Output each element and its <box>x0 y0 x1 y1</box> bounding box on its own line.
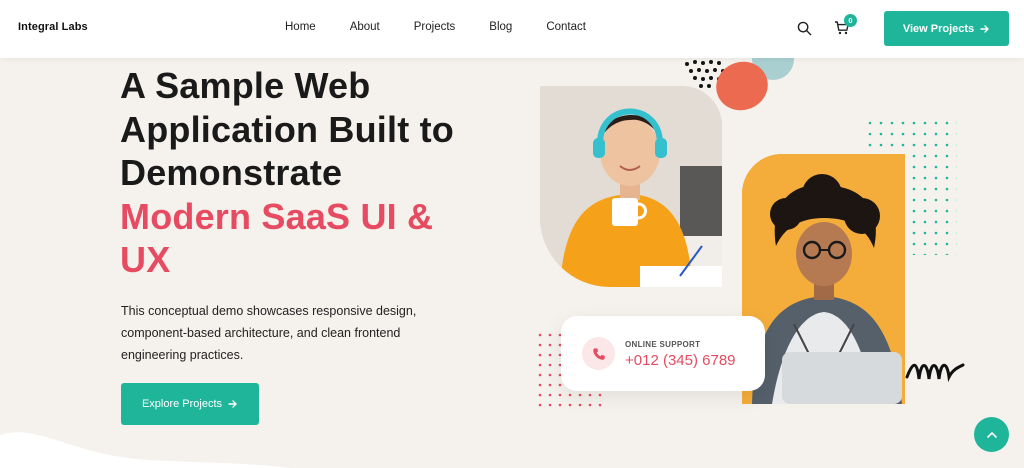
squiggle-decoration <box>905 363 965 383</box>
view-projects-button[interactable]: View Projects <box>884 11 1009 46</box>
woman-illustration <box>540 86 722 287</box>
nav-contact[interactable]: Contact <box>546 21 586 33</box>
headline-line-1: A Sample Web <box>120 65 371 106</box>
search-icon[interactable] <box>797 21 812 36</box>
support-phone-number[interactable]: +012 (345) 6789 <box>625 352 736 369</box>
decorative-wave <box>0 432 292 468</box>
view-projects-label: View Projects <box>902 22 975 35</box>
phone-icon[interactable] <box>582 337 615 370</box>
arrow-right-icon <box>228 400 237 408</box>
photo-woman-headphones <box>540 86 722 287</box>
explore-projects-button[interactable]: Explore Projects <box>121 383 259 425</box>
headline-accent-line-2: UX <box>120 239 171 280</box>
description-line-3: engineering practices. <box>121 348 244 362</box>
support-label: ONLINE SUPPORT <box>625 340 701 349</box>
scroll-to-top-button[interactable] <box>974 417 1009 452</box>
hero-description: This conceptual demo showcases responsiv… <box>121 300 461 366</box>
site-header: Integral Labs Home About Projects Blog C… <box>0 0 1024 58</box>
arrow-right-icon <box>980 24 989 33</box>
description-line-1: This conceptual demo showcases responsiv… <box>121 304 417 318</box>
main-nav: Home About Projects Blog Contact <box>285 21 620 33</box>
cart-count-badge: 0 <box>844 14 857 27</box>
photo-man-glasses <box>742 154 905 404</box>
headline-line-3: Demonstrate <box>120 152 343 193</box>
man-illustration <box>742 154 905 404</box>
headline-line-2: Application Built to <box>120 108 454 150</box>
description-line-2: component-based architecture, and clean … <box>121 326 401 340</box>
headline-accent-line-1: Modern SaaS UI & <box>120 195 434 237</box>
hero-headline: A Sample Web Application Built to Demons… <box>120 64 520 282</box>
online-support-card: ONLINE SUPPORT +012 (345) 6789 <box>561 316 765 391</box>
chevron-up-icon <box>986 431 997 438</box>
nav-projects[interactable]: Projects <box>414 21 456 33</box>
nav-home[interactable]: Home <box>285 21 316 33</box>
explore-projects-label: Explore Projects <box>141 398 223 410</box>
nav-about[interactable]: About <box>350 21 380 33</box>
nav-blog[interactable]: Blog <box>489 21 512 33</box>
brand-logo[interactable]: Integral Labs <box>18 21 88 33</box>
